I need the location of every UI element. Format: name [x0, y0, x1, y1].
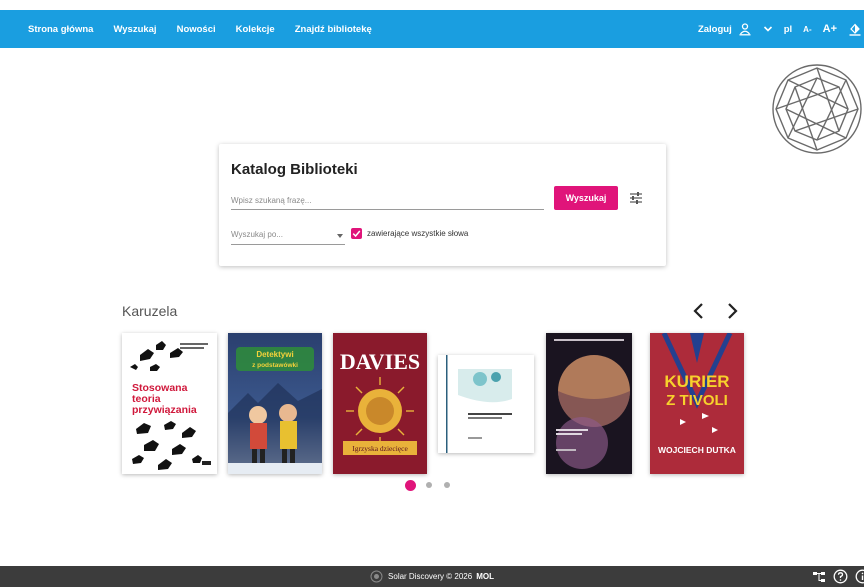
carousel-dot[interactable]	[444, 482, 450, 488]
carousel-dot-active[interactable]	[405, 479, 416, 491]
filters-icon[interactable]	[628, 190, 644, 206]
checkmark-icon	[352, 230, 361, 238]
help-button[interactable]	[833, 569, 848, 584]
font-larger-button[interactable]: A+	[823, 23, 837, 35]
book-author: DAVIES	[340, 349, 420, 374]
book-cover[interactable]: Stosowana teoria przywiązania	[122, 333, 217, 474]
user-icon	[739, 23, 751, 36]
book-title-line: z podstawówki	[252, 362, 298, 369]
all-words-checkbox[interactable]	[351, 228, 362, 239]
info-button[interactable]	[855, 569, 864, 584]
search-by-select[interactable]: Wyszukaj po...	[231, 227, 345, 245]
font-smaller-button[interactable]: A-	[803, 25, 811, 34]
chevron-left-icon	[693, 303, 703, 319]
search-input[interactable]	[231, 192, 544, 210]
book-author: WOJCIECH DUTKA	[658, 445, 736, 455]
book-cover[interactable]	[546, 333, 632, 474]
nav-item-home[interactable]: Strona główna	[28, 24, 93, 35]
contrast-icon	[849, 23, 861, 36]
sitemap-button[interactable]	[812, 571, 826, 583]
chevron-down-icon	[763, 26, 772, 32]
help-icon	[833, 569, 848, 584]
nav-item-new[interactable]: Nowości	[177, 24, 216, 35]
all-words-label: zawierające wszystkie słowa	[367, 229, 469, 238]
book-cover[interactable]: Detektywi z podstawówki	[228, 333, 322, 474]
nav-item-search[interactable]: Wyszukaj	[113, 24, 156, 35]
login-label: Zaloguj	[697, 23, 732, 35]
carousel-title: Karuzela	[122, 303, 178, 319]
carousel-pagination	[405, 479, 462, 491]
search-panel: Katalog Biblioteki Wyszukaj Wyszukaj po.…	[219, 144, 666, 266]
footer-copyright: Solar Discovery © 2026	[388, 572, 473, 581]
carousel-next-button[interactable]	[722, 300, 742, 322]
account-dropdown-button[interactable]	[763, 25, 773, 33]
nav-item-collections[interactable]: Kolekcje	[236, 24, 275, 35]
catalog-title: Katalog Biblioteki	[231, 161, 358, 178]
footer-icons	[805, 566, 864, 587]
book-title-line: Z TIVOLI	[666, 392, 728, 409]
nav-item-find-library[interactable]: Znajdź bibliotekę	[295, 24, 372, 35]
dropdown-caret-icon	[337, 234, 343, 238]
info-icon	[855, 569, 864, 584]
contrast-button[interactable]	[848, 22, 862, 36]
nav-right-group: Zaloguj pl A- A+	[687, 10, 862, 48]
book-subtitle: Igrzyska dziecięce	[352, 444, 408, 453]
sitemap-icon	[813, 571, 825, 582]
footer-brand: MOL	[476, 572, 494, 581]
carousel-dot[interactable]	[426, 482, 432, 488]
solar-logo-icon	[370, 570, 383, 583]
library-logo	[772, 64, 862, 154]
book-cover[interactable]: KURIER Z TIVOLI WOJCIECH DUTKA	[650, 333, 744, 474]
chevron-right-icon	[728, 303, 738, 319]
book-cover[interactable]	[438, 355, 534, 453]
book-title-line: KURIER	[664, 372, 729, 391]
search-by-placeholder: Wyszukaj po...	[231, 230, 283, 239]
top-navbar: Strona główna Wyszukaj Nowości Kolekcje …	[0, 10, 864, 48]
footer: Solar Discovery © 2026 MOL	[0, 566, 864, 587]
book-title-line: przywiązania	[132, 404, 197, 416]
book-cover[interactable]: DAVIES Igrzyska dziecięce	[333, 333, 427, 474]
carousel-prev-button[interactable]	[689, 300, 709, 322]
login-button[interactable]: Zaloguj	[698, 22, 752, 36]
language-switch[interactable]: pl	[784, 24, 792, 35]
book-title-line: Detektywi	[256, 350, 293, 359]
search-button[interactable]: Wyszukaj	[554, 186, 618, 210]
